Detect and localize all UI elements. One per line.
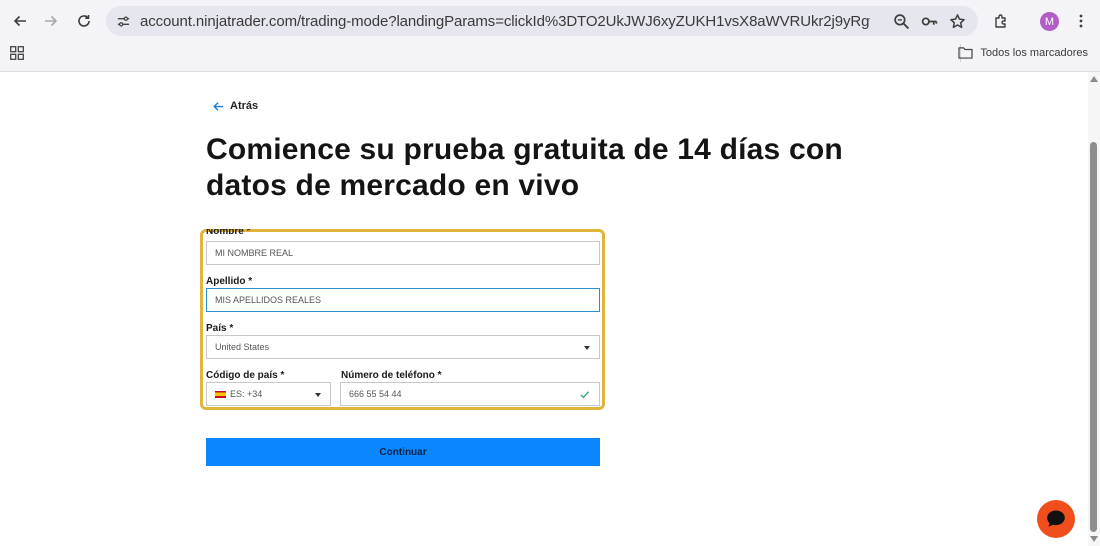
scroll-up-arrow-icon[interactable] <box>1090 76 1098 82</box>
page-scrollbar[interactable] <box>1088 72 1100 546</box>
site-info-icon[interactable] <box>114 12 132 30</box>
forward-arrow-icon[interactable] <box>38 8 64 34</box>
chevron-down-icon <box>584 346 590 350</box>
back-link[interactable]: Atrás <box>213 100 258 112</box>
first-name-field[interactable]: MI NOMBRE REAL <box>206 241 600 265</box>
country-value: United States <box>215 342 270 352</box>
spain-flag-icon <box>215 390 226 398</box>
scrollbar-thumb[interactable] <box>1090 142 1097 532</box>
folder-icon <box>958 47 973 59</box>
extensions-puzzle-icon[interactable] <box>988 8 1014 34</box>
last-name-value: MIS APELLIDOS REALES <box>215 295 322 305</box>
phone-field[interactable]: 666 55 54 44 <box>340 382 600 406</box>
arrow-left-icon <box>213 101 224 111</box>
password-key-icon[interactable] <box>920 12 938 30</box>
back-arrow-icon[interactable] <box>7 8 33 34</box>
scroll-down-arrow-icon[interactable] <box>1090 536 1098 542</box>
chat-launcher-button[interactable] <box>1037 500 1075 538</box>
profile-avatar[interactable]: M <box>1040 12 1059 31</box>
chat-bubble-icon <box>1047 510 1065 527</box>
country-select[interactable]: United States <box>206 335 600 359</box>
last-name-field[interactable]: MIS APELLIDOS REALES <box>206 288 600 312</box>
bookmark-star-icon[interactable] <box>948 12 966 30</box>
page-title: Comience su prueba gratuita de 14 días c… <box>206 133 843 202</box>
country-code-label: Código de país * <box>206 370 285 381</box>
first-name-label: Nombre * <box>206 229 251 237</box>
back-link-label: Atrás <box>230 100 259 112</box>
continue-button[interactable]: Continuar <box>206 438 600 466</box>
reload-icon[interactable] <box>71 8 97 34</box>
country-label: País * <box>206 323 234 334</box>
phone-label: Número de teléfono * <box>341 370 442 381</box>
phone-value: 666 55 54 44 <box>349 389 402 399</box>
apps-grid-icon[interactable] <box>10 46 24 60</box>
zoom-icon[interactable] <box>892 12 910 30</box>
country-code-value: ES: +34 <box>230 389 263 399</box>
browser-toolbar: account.ninjatrader.com/trading-mode?lan… <box>0 0 1100 72</box>
country-code-select[interactable]: ES: +34 <box>206 382 331 406</box>
chevron-down-icon <box>315 393 321 397</box>
url-text[interactable]: account.ninjatrader.com/trading-mode?lan… <box>140 13 870 30</box>
all-bookmarks-label: Todos los marcadores <box>980 46 1088 59</box>
address-bar[interactable]: account.ninjatrader.com/trading-mode?lan… <box>106 6 978 36</box>
first-name-value: MI NOMBRE REAL <box>215 248 294 258</box>
all-bookmarks[interactable]: Todos los marcadores <box>958 46 1088 59</box>
last-name-label: Apellido * <box>206 276 253 287</box>
kebab-menu-icon[interactable] <box>1068 8 1094 34</box>
checkmark-icon <box>580 391 590 399</box>
